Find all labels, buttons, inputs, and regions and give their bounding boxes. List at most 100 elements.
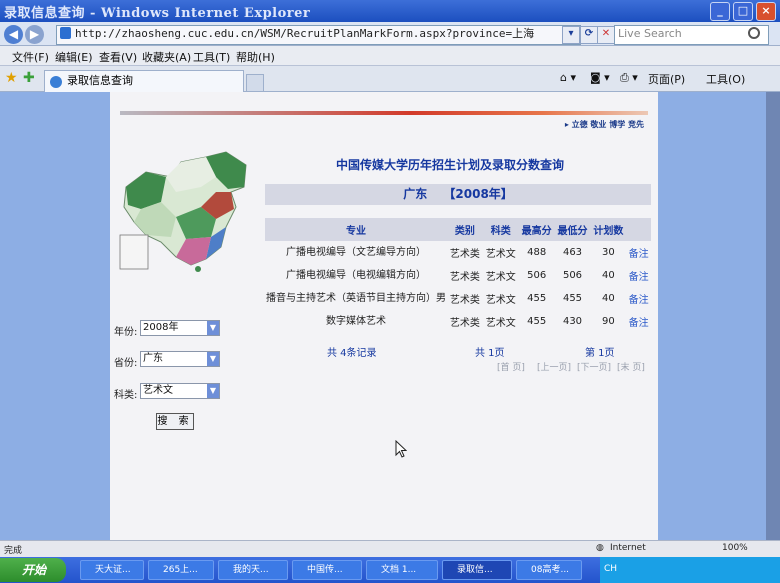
status-text: 完成 [4,546,23,556]
category-select-value: 艺术文 [143,385,173,396]
table-row: 广播电视编导（电视编辑方向） 艺术类 艺术文 506 506 40 备注 [265,264,651,287]
cell-subject: 艺术文 [485,295,516,306]
header-type: 类别 [447,218,483,241]
chevron-down-icon: ▼ [207,384,219,398]
menu-bar: 文件(F) 编辑(E) 查看(V) 收藏夹(A) 工具(T) 帮助(H) [0,46,780,66]
header-note [626,218,651,241]
forward-button[interactable]: ▶ [25,25,44,44]
start-button[interactable]: 开始 [0,558,66,582]
live-search-input[interactable]: Live Search [614,25,769,45]
table-row: 数字媒体艺术 艺术类 艺术文 455 430 90 备注 [265,310,651,333]
cell-type: 艺术类 [449,295,480,306]
mouse-cursor-icon [395,440,407,458]
home-icon[interactable]: ⌂ ▾ [560,71,576,84]
china-map[interactable] [116,147,256,277]
cell-plan: 40 [602,293,615,304]
year-select[interactable]: 2008年 ▼ [140,320,220,336]
address-toolbar: ◀ ▶ http://zhaosheng.cuc.edu.cn/WSM/Recr… [0,22,780,46]
first-page-link[interactable]: [首 页] [497,360,525,373]
language-indicator[interactable]: CH [604,564,617,574]
print-icon[interactable]: ⎙ ▾ [620,71,638,85]
table-row: 广播电视编导（文艺编导方向） 艺术类 艺术文 488 463 30 备注 [265,241,651,264]
status-bar: 完成 ◍ Internet 100% [0,540,780,557]
header-subject: 科类 [482,218,519,241]
tab-bar: ★ ✚ 录取信息查询 ⌂ ▾ ◙ ▾ ⎙ ▾ 页面(P) 工具(O) [0,66,780,92]
task-button[interactable]: 文档 1... [366,560,438,580]
task-button[interactable]: 中国传... [292,560,362,580]
prev-page-link[interactable]: [上一页] [537,360,571,373]
task-button[interactable]: 我的天... [218,560,288,580]
feeds-icon[interactable]: ◙ ▾ [590,71,610,84]
score-table: 专业 类别 科类 最高分 最低分 计划数 广播电视编导（文艺编导方向） 艺术类 … [265,218,651,333]
province-select-value: 广东 [143,353,163,364]
cell-major: 广播电视编导（文艺编导方向） [286,246,426,258]
menu-view[interactable]: 查看(V) [99,49,137,65]
back-button[interactable]: ◀ [4,25,23,44]
category-label: 科类: [114,390,138,401]
cell-subject: 艺术文 [485,249,516,260]
task-button[interactable]: 08高考... [516,560,582,580]
cell-min: 463 [562,247,583,258]
stop-icon[interactable]: ✕ [597,26,615,44]
search-icon[interactable] [748,27,760,39]
note-link[interactable]: 备注 [626,241,651,264]
new-tab-button[interactable] [246,74,264,92]
address-dropdown-icon[interactable]: ▾ [562,26,580,44]
task-button[interactable]: 录取信... [442,560,512,580]
zone-label: Internet [610,543,646,553]
last-page-link[interactable]: [末 页] [617,360,645,373]
menu-tools[interactable]: 工具(T) [193,49,230,65]
title-bar: 录取信息查询 - Windows Internet Explorer _ □ × [0,0,780,22]
note-link[interactable]: 备注 [626,310,651,333]
province-heading: 广东 [403,187,428,201]
maximize-button[interactable]: □ [733,2,753,21]
vertical-scrollbar[interactable] [766,92,780,540]
note-link[interactable]: 备注 [626,264,651,287]
menu-help[interactable]: 帮助(H) [236,49,275,65]
header-max-score: 最高分 [518,218,555,241]
address-bar[interactable]: http://zhaosheng.cuc.edu.cn/WSM/RecruitP… [56,25,581,45]
cell-max: 488 [527,247,547,258]
window-title: 录取信息查询 - Windows Internet Explorer [4,6,311,21]
browser-viewport: ▸ 立德 敬业 博学 竞先 中国传媒大学历年招生计划及录取分数查询 广东 【20… [0,92,770,540]
task-button[interactable]: 265上... [148,560,214,580]
province-select[interactable]: 广东 ▼ [140,351,220,367]
minimize-button[interactable]: _ [710,2,730,21]
address-url: http://zhaosheng.cuc.edu.cn/WSM/RecruitP… [75,27,535,40]
cell-major: 播音与主持艺术（英语节目主持方向）男 [266,292,446,304]
category-select[interactable]: 艺术文 ▼ [140,383,220,399]
menu-file[interactable]: 文件(F) [12,49,49,65]
menu-favorites[interactable]: 收藏夹(A) [142,49,191,65]
top-links[interactable]: ▸ 立德 敬业 博学 竞先 [565,119,644,130]
chevron-down-icon: ▼ [207,352,219,366]
cell-subject: 艺术文 [485,272,516,283]
page-icon [60,27,71,39]
cell-type: 艺术类 [449,249,480,260]
cell-type: 艺术类 [449,318,480,329]
add-favorite-icon[interactable]: ✚ [23,70,35,86]
record-count: 共 4条记录 [327,348,377,359]
year-heading: 【2008年】 [443,187,513,201]
tools-menu[interactable]: 工具(O) [706,71,745,87]
system-tray: CH [600,557,780,583]
current-page: 第 1页 [585,348,615,359]
cell-min: 455 [562,293,583,304]
taskbar: 开始 天大证... 265上... 我的天... 中国传... 文档 1... … [0,557,780,583]
refresh-icon[interactable]: ⟳ [580,26,598,44]
header-major: 专业 [265,218,447,241]
cell-max: 455 [527,316,547,327]
note-link[interactable]: 备注 [626,287,651,310]
year-label: 年份: [114,327,138,338]
cell-max: 506 [527,270,547,281]
menu-edit[interactable]: 编辑(E) [55,49,93,65]
page-menu[interactable]: 页面(P) [648,71,685,87]
province-label: 省份: [114,358,138,369]
chevron-down-icon: ▼ [207,321,219,335]
favorites-star-icon[interactable]: ★ [5,70,18,86]
zoom-level[interactable]: 100% [722,543,748,553]
close-button[interactable]: × [756,2,776,21]
search-button[interactable]: 搜 索 [156,413,194,430]
next-page-link[interactable]: [下一页] [577,360,611,373]
task-button[interactable]: 天大证... [80,560,144,580]
tab-current[interactable]: 录取信息查询 [44,70,244,92]
